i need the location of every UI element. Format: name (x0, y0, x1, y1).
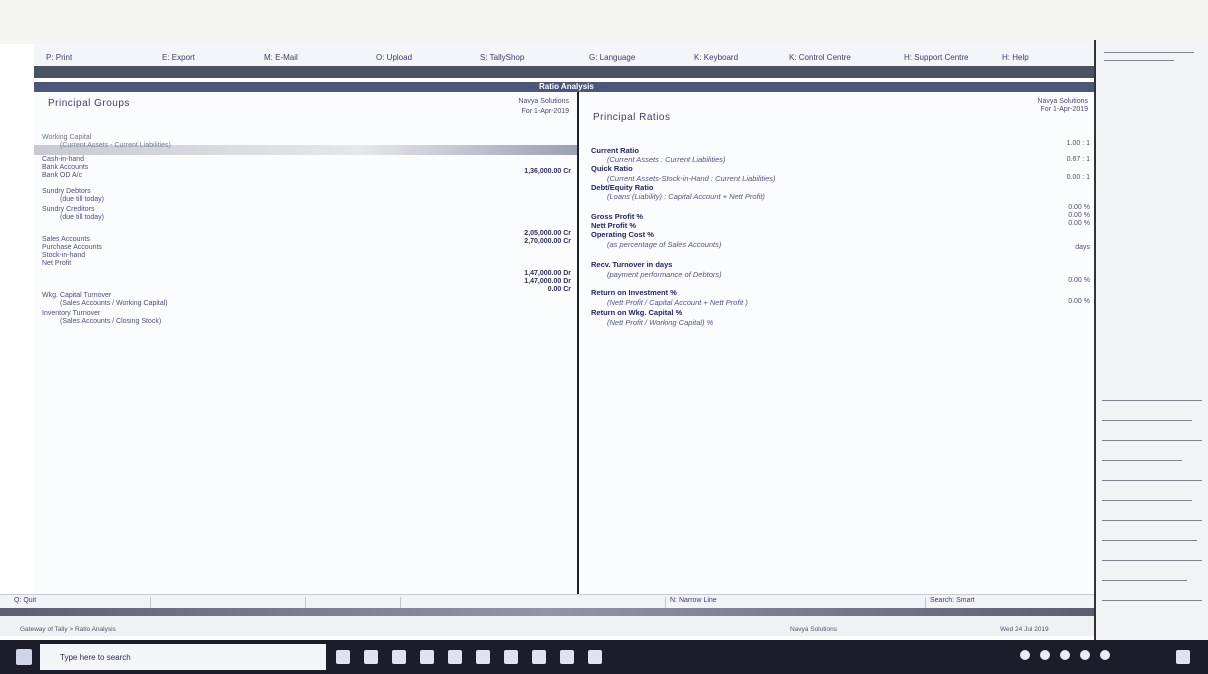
row-value: 0.00 Cr (547, 286, 571, 293)
left-value-column: 1,36,000.00 Cr 2,05,000.00 Cr 2,70,000.0… (34, 92, 577, 592)
app-icon[interactable] (364, 650, 378, 664)
store-icon[interactable] (448, 650, 462, 664)
side-panel-line (1102, 560, 1202, 561)
tray-icon[interactable] (1060, 650, 1070, 660)
folder-icon[interactable] (392, 650, 406, 664)
toolbar-language[interactable]: G: Language (589, 53, 635, 62)
window-title-bar: Ratio Analysis (34, 82, 1094, 92)
side-panel-line (1102, 500, 1192, 501)
ratio-recv-turnover[interactable]: Recv. Turnover in days (591, 260, 672, 269)
ratio-formula: (Nett Profit / Working Capital) % (607, 318, 714, 327)
ratio-formula: (as percentage of Sales Accounts) (607, 240, 722, 249)
row-value: 1,47,000.00 Dr (524, 270, 571, 277)
browser-icon[interactable] (504, 650, 518, 664)
tray-icon[interactable] (1020, 650, 1030, 660)
ratio-value: 0.67 : 1 (1066, 156, 1090, 163)
ratio-formula: (Current Assets-Stock-in-Hand : Current … (607, 174, 776, 183)
breadcrumb: Gateway of Tally > Ratio Analysis (20, 626, 116, 633)
toolbar-help[interactable]: H: Help (1002, 53, 1029, 62)
toolbar-control-centre[interactable]: K: Control Centre (789, 53, 851, 62)
row-value: 1,36,000.00 Cr (524, 168, 571, 175)
task-view-icon[interactable] (336, 650, 350, 664)
tray-icon[interactable] (1100, 650, 1110, 660)
ratio-return-wkg-capital[interactable]: Return on Wkg. Capital % (591, 308, 682, 317)
tray-icon[interactable] (1080, 650, 1090, 660)
ratio-operating-cost[interactable]: Operating Cost % (591, 230, 654, 239)
bottom-divider (0, 608, 1094, 616)
ratio-value: 0.00 : 1 (1066, 174, 1090, 181)
row-value: 2,05,000.00 Cr (524, 230, 571, 237)
ratio-formula: (Current Assets : Current Liabilities) (607, 155, 726, 164)
search-placeholder: Type here to search (60, 653, 131, 662)
side-panel-line (1102, 580, 1187, 581)
window-title: Ratio Analysis (539, 82, 594, 91)
ratio-value: 0.00 % (1068, 204, 1090, 211)
ratio-gross-profit[interactable]: Gross Profit % (591, 212, 643, 221)
side-panel-line (1102, 400, 1202, 401)
side-panel-line (1102, 520, 1202, 521)
right-panel-heading: Principal Ratios (593, 112, 671, 123)
right-period: For 1-Apr-2019 (1040, 106, 1088, 113)
ratio-value: 0.00 % (1068, 220, 1090, 227)
row-value: 2,70,000.00 Cr (524, 238, 571, 245)
toolbar-print[interactable]: P: Print (46, 53, 72, 62)
ratio-value: 0.00 % (1068, 277, 1090, 284)
ratio-value: days (1075, 244, 1090, 251)
toolbar-support-centre[interactable]: H: Support Centre (904, 53, 968, 62)
ratio-value: 0.00 % (1068, 298, 1090, 305)
ratio-current[interactable]: Current Ratio (591, 146, 639, 155)
app-icon[interactable] (532, 650, 546, 664)
tray-icon[interactable] (1040, 650, 1050, 660)
app-icon[interactable] (420, 650, 434, 664)
side-panel-line (1102, 480, 1202, 481)
ratio-formula: (Loans (Liability) : Capital Account + N… (607, 192, 765, 201)
ratio-formula: (Nett Profit / Capital Account + Nett Pr… (607, 298, 748, 307)
side-panel-line (1104, 52, 1194, 53)
row-value: 1,47,000.00 Dr (524, 278, 571, 285)
current-date: Wed 24 Jul 2019 (1000, 626, 1049, 633)
ratio-nett-profit[interactable]: Nett Profit % (591, 221, 636, 230)
side-panel-line (1104, 60, 1174, 61)
principal-ratios-panel: Principal Ratios Navya Solutions For 1-A… (579, 92, 1094, 594)
windows-start-icon[interactable] (16, 649, 32, 665)
toolbar-export[interactable]: E: Export (162, 53, 195, 62)
app-icon[interactable] (476, 650, 490, 664)
top-strip (0, 0, 1208, 44)
ratio-value: 0.00 % (1068, 212, 1090, 219)
side-panel-line (1102, 600, 1202, 601)
word-icon[interactable] (560, 650, 574, 664)
toolbar-tallyshop[interactable]: S: TallyShop (480, 53, 524, 62)
ratio-quick[interactable]: Quick Ratio (591, 164, 633, 173)
toolbar-email[interactable]: M: E-Mail (264, 53, 298, 62)
side-panel (1094, 40, 1208, 640)
app-icon[interactable] (588, 650, 602, 664)
side-panel-line (1102, 440, 1202, 441)
side-panel-line (1102, 460, 1182, 461)
toolbar-upload[interactable]: O: Upload (376, 53, 412, 62)
notifications-icon[interactable] (1176, 650, 1190, 664)
ratio-formula: (payment performance of Debtors) (607, 270, 722, 279)
side-panel-line (1102, 420, 1192, 421)
toolbar-divider (34, 66, 1094, 78)
side-panel-line (1102, 540, 1197, 541)
ratio-roi[interactable]: Return on Investment % (591, 288, 677, 297)
info-bar: Gateway of Tally > Ratio Analysis Navya … (0, 616, 1094, 636)
company-status: Navya Solutions (790, 626, 837, 633)
ratio-debt-equity[interactable]: Debt/Equity Ratio (591, 183, 654, 192)
ratio-value: 1.00 : 1 (1066, 140, 1090, 147)
toolbar-keyboard[interactable]: K: Keyboard (694, 53, 738, 62)
right-company-name: Navya Solutions (1037, 98, 1088, 105)
